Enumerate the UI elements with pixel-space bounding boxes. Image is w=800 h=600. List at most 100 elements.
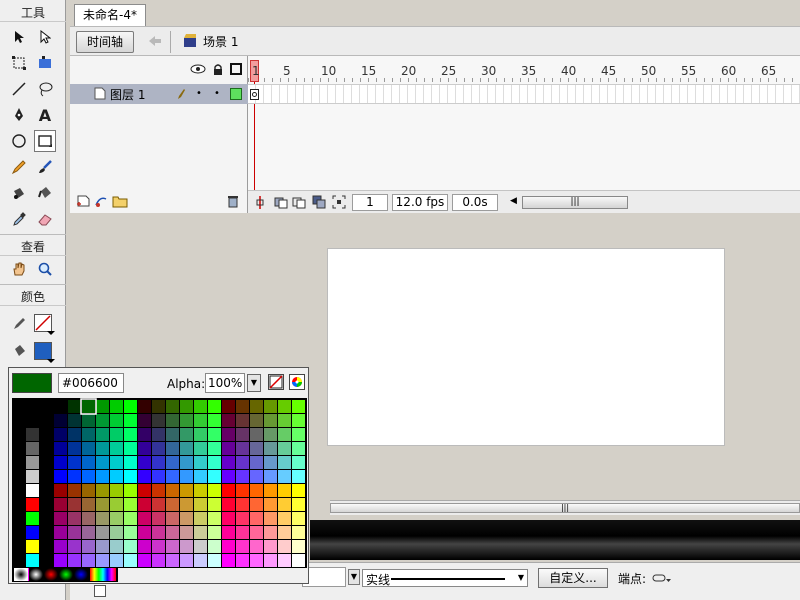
timeline-scrollbar-thumb[interactable]: ||| — [522, 196, 628, 209]
color-swatch[interactable] — [292, 400, 305, 413]
color-swatch[interactable] — [152, 526, 165, 539]
color-swatch[interactable] — [110, 400, 123, 413]
color-swatch[interactable] — [82, 498, 95, 511]
color-swatch[interactable] — [26, 470, 39, 483]
selection-tool-icon[interactable] — [8, 26, 30, 48]
color-swatch[interactable] — [138, 526, 151, 539]
edit-multiple-frames-icon[interactable] — [312, 195, 326, 212]
hand-tool-icon[interactable] — [8, 258, 30, 280]
color-swatch[interactable] — [110, 498, 123, 511]
color-swatch[interactable] — [222, 512, 235, 525]
color-swatch[interactable] — [152, 414, 165, 427]
color-swatch[interactable] — [180, 526, 193, 539]
color-swatch[interactable] — [96, 512, 109, 525]
checkbox[interactable] — [94, 585, 106, 597]
color-swatch[interactable] — [264, 526, 277, 539]
color-swatch[interactable] — [236, 456, 249, 469]
color-swatch[interactable] — [96, 540, 109, 553]
color-swatch[interactable] — [54, 470, 67, 483]
color-swatch[interactable] — [180, 554, 193, 567]
color-swatch[interactable] — [152, 400, 165, 413]
color-swatch[interactable] — [166, 526, 179, 539]
color-swatch[interactable] — [26, 498, 39, 511]
color-swatch[interactable] — [124, 400, 137, 413]
color-swatch[interactable] — [278, 526, 291, 539]
color-swatch[interactable] — [208, 526, 221, 539]
color-swatch[interactable] — [222, 484, 235, 497]
color-swatch[interactable] — [208, 498, 221, 511]
color-swatch[interactable] — [26, 512, 39, 525]
scroll-left-arrow-icon[interactable]: ◀ — [510, 196, 517, 206]
color-swatch[interactable] — [250, 428, 263, 441]
color-swatch[interactable] — [194, 484, 207, 497]
color-swatch[interactable] — [124, 484, 137, 497]
color-swatch[interactable] — [82, 526, 95, 539]
back-arrow-icon[interactable] — [148, 34, 162, 51]
color-swatch[interactable] — [208, 400, 221, 413]
color-swatch[interactable] — [124, 498, 137, 511]
color-swatch[interactable] — [194, 428, 207, 441]
ink-bottle-tool-icon[interactable] — [8, 182, 30, 204]
color-swatch[interactable] — [208, 554, 221, 567]
no-color-button[interactable] — [268, 374, 284, 390]
stage-canvas[interactable] — [327, 248, 725, 446]
lock-icon[interactable] — [212, 63, 224, 79]
color-swatch[interactable] — [166, 414, 179, 427]
color-swatch[interactable] — [124, 512, 137, 525]
color-swatch[interactable] — [26, 414, 39, 427]
color-swatch[interactable] — [278, 442, 291, 455]
color-swatch[interactable] — [110, 526, 123, 539]
color-swatch[interactable] — [152, 428, 165, 441]
center-frame-icon[interactable] — [254, 195, 266, 210]
color-swatch[interactable] — [292, 484, 305, 497]
color-swatch[interactable] — [152, 540, 165, 553]
color-swatch[interactable] — [292, 526, 305, 539]
color-swatch[interactable] — [250, 554, 263, 567]
color-swatch[interactable] — [68, 470, 81, 483]
color-swatch[interactable] — [278, 414, 291, 427]
onion-skin-icon[interactable] — [274, 195, 288, 212]
color-swatch[interactable] — [82, 512, 95, 525]
modify-onion-markers-icon[interactable] — [332, 195, 346, 212]
color-swatch[interactable] — [166, 456, 179, 469]
layer-color-outline[interactable] — [230, 88, 242, 100]
color-swatch[interactable] — [264, 400, 277, 413]
color-swatch[interactable] — [278, 540, 291, 553]
zoom-tool-icon[interactable] — [34, 258, 56, 280]
color-swatch[interactable] — [82, 470, 95, 483]
color-swatch[interactable] — [292, 470, 305, 483]
color-swatch[interactable] — [96, 428, 109, 441]
color-swatch[interactable] — [278, 456, 291, 469]
hex-input[interactable]: #006600 — [58, 373, 124, 393]
free-transform-tool-icon[interactable] — [8, 52, 30, 74]
color-swatch[interactable] — [54, 498, 67, 511]
eyedropper-tool-icon[interactable] — [8, 208, 30, 230]
color-swatch[interactable] — [292, 456, 305, 469]
color-swatch[interactable] — [96, 554, 109, 567]
color-swatch[interactable] — [54, 400, 67, 413]
chevron-down-icon[interactable]: ▼ — [247, 374, 261, 392]
color-swatch[interactable] — [166, 442, 179, 455]
color-swatch[interactable] — [250, 498, 263, 511]
color-swatch[interactable] — [278, 428, 291, 441]
color-swatch[interactable] — [264, 540, 277, 553]
color-swatch[interactable] — [166, 484, 179, 497]
color-swatch[interactable] — [264, 484, 277, 497]
color-swatch[interactable] — [96, 498, 109, 511]
color-swatch[interactable] — [166, 540, 179, 553]
color-swatch[interactable] — [208, 470, 221, 483]
color-swatch[interactable] — [68, 400, 81, 413]
color-swatch[interactable] — [166, 498, 179, 511]
color-swatch[interactable] — [278, 498, 291, 511]
color-swatch[interactable] — [250, 400, 263, 413]
color-swatch[interactable] — [208, 512, 221, 525]
color-swatch[interactable] — [26, 526, 39, 539]
color-swatch[interactable] — [152, 442, 165, 455]
color-swatch[interactable] — [222, 414, 235, 427]
color-swatch[interactable] — [264, 456, 277, 469]
color-swatch[interactable] — [110, 442, 123, 455]
color-swatch[interactable] — [222, 428, 235, 441]
color-swatch[interactable] — [138, 484, 151, 497]
color-swatch[interactable] — [110, 484, 123, 497]
color-swatch[interactable] — [68, 484, 81, 497]
